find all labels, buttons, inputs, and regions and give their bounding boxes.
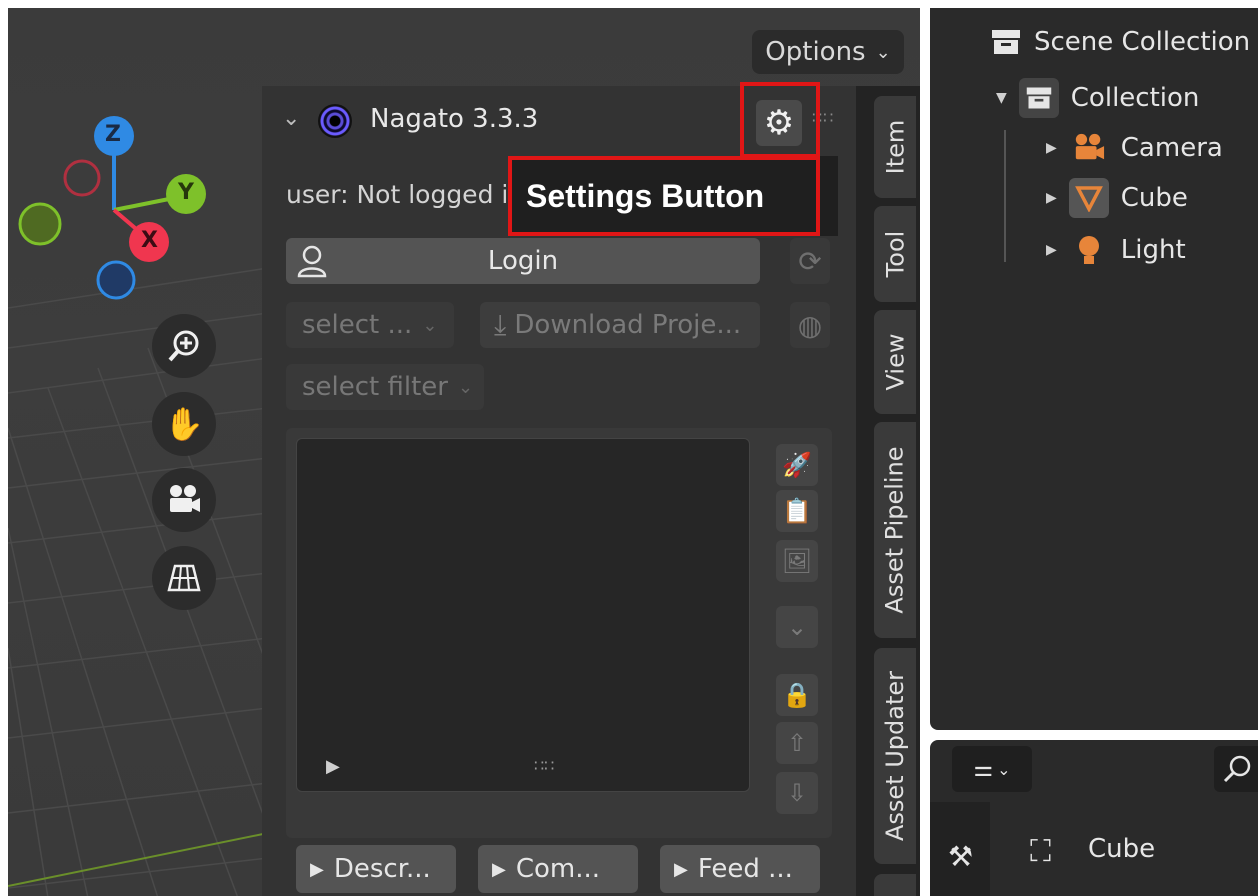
project-select[interactable]: select ... ⌄ (286, 302, 454, 348)
project-select-label: select ... (302, 310, 413, 340)
refresh-icon[interactable]: ⟳ (790, 238, 830, 284)
chevron-down-icon: ⌄ (458, 376, 474, 398)
download-icon: ⤓ (494, 308, 507, 341)
nagato-logo-icon (318, 104, 352, 138)
gizmo-z-label[interactable]: Z (105, 122, 121, 147)
mesh-cone-icon (1068, 178, 1109, 218)
tab-view-label: View (881, 333, 910, 391)
chevron-down-icon[interactable]: ⌄ (776, 606, 818, 648)
collection-box-icon (1018, 78, 1059, 118)
options-dropdown[interactable]: Options ⌄ (752, 30, 904, 74)
search-icon (1223, 755, 1251, 783)
tab-asset-updater-label: Asset Updater (881, 670, 910, 842)
collapse-chevron-icon[interactable]: ⌄ (282, 106, 300, 131)
download-project-button[interactable]: ⤓ Download Proje... (480, 302, 760, 348)
play-icon: ▶ (310, 858, 324, 880)
feedback-button[interactable]: ▶ Feed ... (660, 845, 820, 893)
comment-label: Com... (515, 854, 601, 884)
active-object-name: Cube (1088, 834, 1156, 864)
play-icon: ▶ (492, 858, 506, 880)
tab-item[interactable]: Item (874, 96, 916, 198)
editor-type-dropdown[interactable]: ⚌ ⌄ (952, 746, 1032, 792)
image-icon[interactable]: 🖼 (776, 540, 818, 582)
expand-triangle-icon[interactable]: ▶ (326, 756, 340, 777)
camera-view-icon[interactable] (152, 468, 216, 532)
gizmo-y-label[interactable]: Y (178, 180, 194, 205)
collapsed-triangle-icon[interactable]: ▶ (1046, 140, 1057, 156)
toggle-icon: ⚌ (973, 756, 994, 782)
tab-asset-pipeline[interactable]: Asset Pipeline (874, 422, 916, 638)
search-field[interactable] (1214, 746, 1258, 792)
rocket-icon[interactable]: 🚀 (776, 444, 818, 486)
filter-select[interactable]: select filter ⌄ (286, 364, 484, 410)
download-label: Download Proje... (514, 310, 742, 340)
chevron-down-icon: ⌄ (875, 41, 891, 63)
tree-line (1004, 130, 1006, 262)
list-resize-handle[interactable]: ∷∷ (534, 756, 554, 775)
collapsed-triangle-icon[interactable]: ▶ (1046, 190, 1057, 206)
cloud-download-icon[interactable]: ⇩ (776, 772, 818, 814)
outliner-item-light[interactable]: ▶ Light (1046, 230, 1186, 270)
collection-box-icon (992, 30, 1020, 54)
feedback-label: Feed ... (697, 854, 793, 884)
camera-icon (1069, 128, 1109, 168)
collection-row[interactable]: ▼ Collection (996, 78, 1199, 118)
tab-tool[interactable]: Tool (874, 206, 916, 302)
tool-properties-icon[interactable]: ⚒ (948, 840, 973, 873)
collection-label: Collection (1070, 83, 1200, 113)
description-button[interactable]: ▶ Descr... (296, 845, 456, 893)
tab-view[interactable]: View (874, 310, 916, 414)
settings-highlight-box (740, 82, 820, 158)
tab-asset-updater[interactable]: Asset Updater (874, 648, 916, 864)
grid-perspective-icon[interactable] (152, 546, 216, 610)
zoom-icon[interactable] (152, 314, 216, 378)
collapsed-triangle-icon[interactable]: ▶ (1046, 242, 1057, 258)
login-button[interactable]: Login (286, 238, 760, 284)
chevron-down-icon: ⌄ (997, 759, 1011, 779)
gizmo-x-label[interactable]: X (141, 228, 158, 253)
outliner-item-camera[interactable]: ▶ Camera (1046, 128, 1223, 168)
lock-icon[interactable]: 🔒 (776, 674, 818, 716)
tab-item-label: Item (881, 119, 910, 175)
hand-pan-icon[interactable]: ✋ (152, 392, 216, 456)
object-icon: ⛶ (1030, 834, 1051, 869)
options-label: Options (765, 37, 866, 67)
cloud-upload-icon[interactable]: ⇧ (776, 722, 818, 764)
scene-collection-label: Scene Collection (1034, 27, 1251, 57)
user-icon (297, 245, 327, 278)
tab-partial[interactable] (874, 874, 916, 896)
asset-list[interactable] (296, 438, 750, 792)
chevron-down-icon: ⌄ (422, 314, 438, 336)
scene-collection-row[interactable]: Scene Collection (990, 26, 1250, 58)
filter-select-label: select filter (302, 372, 448, 402)
clipboard-icon[interactable]: 📋 (776, 490, 818, 532)
play-icon: ▶ (674, 858, 688, 880)
user-status-text: user: Not logged in (286, 180, 525, 209)
tab-tool-label: Tool (881, 230, 909, 278)
callout-border (508, 156, 820, 236)
comment-button[interactable]: ▶ Com... (478, 845, 638, 893)
login-label: Login (487, 246, 559, 276)
camera-label: Camera (1120, 133, 1223, 163)
addon-title: Nagato 3.3.3 (370, 104, 539, 134)
globe-icon[interactable]: ◍ (790, 302, 830, 348)
cube-label: Cube (1120, 183, 1188, 213)
light-bulb-icon (1069, 230, 1109, 270)
tab-asset-pipeline-label: Asset Pipeline (881, 446, 909, 614)
description-label: Descr... (333, 854, 431, 884)
light-label: Light (1120, 235, 1186, 265)
expanded-triangle-icon[interactable]: ▼ (996, 90, 1007, 106)
outliner-item-cube[interactable]: ▶ Cube (1046, 178, 1188, 218)
